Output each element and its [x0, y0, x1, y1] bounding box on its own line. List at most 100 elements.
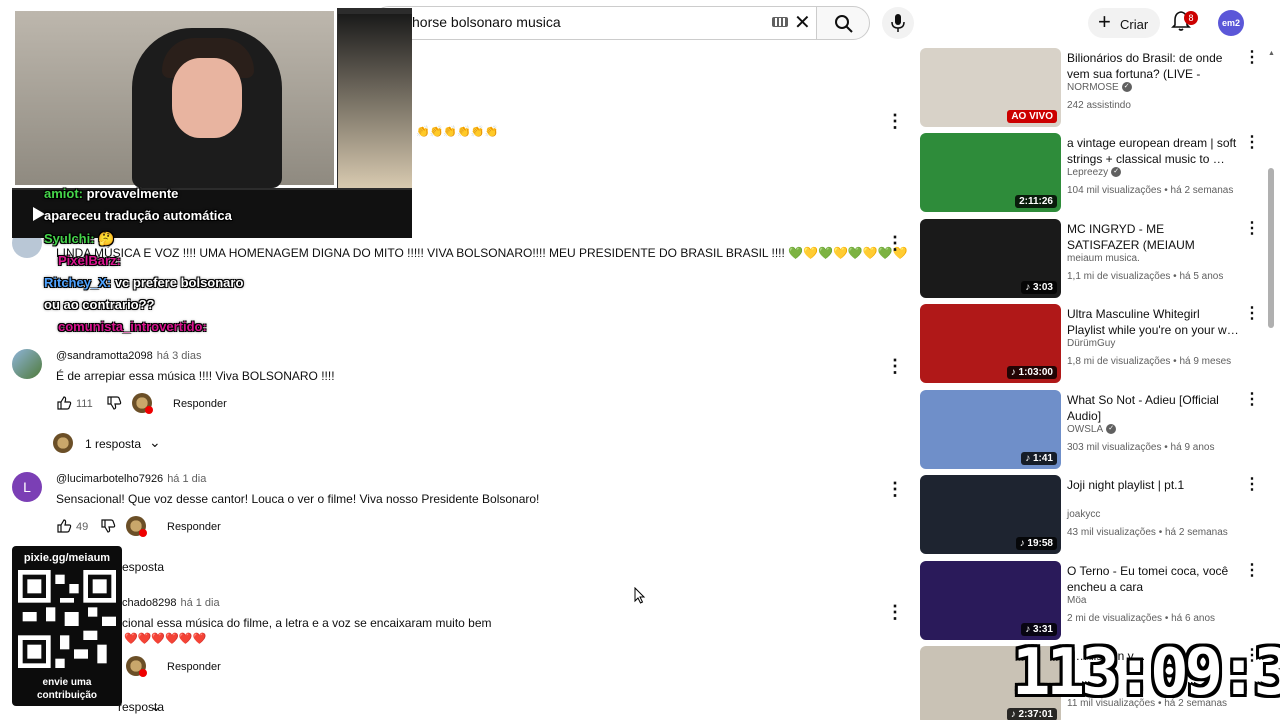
microphone-icon [891, 14, 905, 32]
live-badge: AO VIVO [1007, 110, 1057, 123]
video-menu-icon[interactable]: ⋮ [1244, 306, 1260, 322]
comment-text: cional essa música do filme, a letra e a… [122, 616, 492, 630]
comment-menu-icon[interactable]: ⋮ [886, 480, 904, 498]
video-item[interactable]: ♪ 19:58 Joji night playlist | pt.1 joaky… [920, 475, 1265, 555]
reply-button[interactable]: Responder [167, 661, 221, 673]
video-menu-icon[interactable]: ⋮ [1244, 135, 1260, 151]
account-avatar[interactable]: em2 [1218, 10, 1244, 36]
chat-message: amiot: provavelmente [44, 186, 179, 201]
chat-message: PixelBarz: [58, 253, 121, 268]
video-duration: ♪ 1:03:00 [1006, 366, 1057, 379]
scroll-up-arrow-icon[interactable]: ▲ [1268, 50, 1275, 57]
comment-text: LINDA MÚSICA E VOZ !!!! UMA HOMENAGEM DI… [56, 246, 908, 260]
video-thumbnail[interactable]: ♪ 1:41 [920, 390, 1061, 469]
video-meta: 2 mi de visualizações • há 6 anos [1067, 613, 1216, 624]
comment-author[interactable]: @sandramotta2098 há 3 dias [56, 350, 201, 362]
view-replies-button[interactable]: resposta ⌄ [118, 698, 198, 716]
video-thumbnail[interactable]: ♪ 1:03:00 [920, 304, 1061, 383]
heart-icon [139, 529, 147, 537]
comment-text: Sensacional! Que voz desse cantor! Louca… [56, 492, 540, 506]
keyboard-icon[interactable] [772, 17, 788, 27]
video-menu-icon[interactable]: ⋮ [1244, 221, 1260, 237]
notification-count-badge: 8 [1184, 11, 1198, 25]
video-thumbnail[interactable]: ♪ 3:31 [920, 561, 1061, 640]
view-replies-button[interactable]: resposta [118, 560, 198, 576]
video-item[interactable]: 2:11:26 a vintage european dream | soft … [920, 133, 1265, 213]
video-duration: ♪ 19:58 [1015, 537, 1057, 550]
comment-author[interactable]: chado8298 há 1 dia [122, 597, 220, 609]
scrollbar[interactable] [1268, 48, 1274, 720]
video-channel[interactable]: DürümGuy [1067, 338, 1115, 349]
verified-icon: ✓ [1106, 424, 1117, 435]
video-channel[interactable]: OWSLA ✓ [1067, 424, 1117, 435]
video-menu-icon[interactable]: ⋮ [1244, 477, 1260, 493]
comment-menu-icon[interactable]: ⋮ [886, 603, 904, 621]
like-count: 49 [76, 521, 89, 533]
chat-message: Ritchey_X: vc prefere bolsonaro [44, 275, 244, 290]
video-item[interactable]: AO VIVO Bilionários do Brasil: de onde v… [920, 48, 1265, 128]
scrollbar-thumb[interactable] [1268, 168, 1274, 328]
like-icon[interactable] [56, 518, 72, 534]
voice-search-button[interactable] [882, 7, 914, 39]
dislike-icon[interactable] [106, 395, 122, 411]
video-meta: 1,1 mi de visualizações • há 5 anos [1067, 271, 1224, 282]
video-title[interactable]: What So Not - Adieu [Official Audio] [1067, 392, 1239, 424]
video-channel[interactable]: Lepreezy ✓ [1067, 167, 1122, 178]
video-thumbnail[interactable]: 2:11:26 [920, 133, 1061, 212]
create-label: Criar [1120, 17, 1149, 32]
like-icon[interactable] [56, 395, 72, 411]
chat-message: apareceu tradução automática [44, 208, 232, 223]
video-meta: 242 assistindo [1067, 100, 1131, 111]
video-title[interactable]: O Terno - Eu tomei coca, você encheu a c… [1067, 563, 1239, 595]
qr-code-icon [18, 570, 116, 668]
video-channel[interactable]: joakycc [1067, 509, 1100, 520]
comment-avatar[interactable] [12, 349, 42, 379]
video-title[interactable]: Bilionários do Brasil: de onde vem sua f… [1067, 50, 1239, 82]
video-channel[interactable]: NORMOSE ✓ [1067, 82, 1132, 93]
comment-menu-icon[interactable]: ⋮ [886, 234, 904, 252]
donation-qr-panel: pixie.gg/meiaum envie uma contribuição [12, 546, 122, 706]
video-item[interactable]: ♪ 3:31 O Terno - Eu tomei coca, você enc… [920, 561, 1265, 641]
search-input[interactable]: horse bolsonaro musica [412, 14, 561, 30]
qr-caption: envie uma contribuição [36, 677, 97, 701]
dislike-icon[interactable] [100, 518, 116, 534]
create-button[interactable]: + Criar [1088, 8, 1160, 38]
view-replies-button[interactable]: 1 resposta ⌄ [53, 433, 183, 453]
reply-button[interactable]: Responder [167, 521, 221, 533]
video-channel[interactable]: Möa [1067, 595, 1086, 606]
plus-icon: + [1098, 9, 1111, 34]
video-channel[interactable]: meiaum musica. [1067, 253, 1140, 264]
mouse-cursor-icon [634, 587, 646, 604]
video-thumbnail[interactable]: ♪ 19:58 [920, 475, 1061, 554]
comment-author[interactable]: @lucimarbotelho7926 há 1 dia [56, 473, 206, 485]
verified-icon: ✓ [1121, 82, 1132, 93]
video-title[interactable]: a vintage european dream | soft strings … [1067, 135, 1239, 167]
video-item[interactable]: ♪ 1:41 What So Not - Adieu [Official Aud… [920, 390, 1265, 470]
video-item[interactable]: ♪ 1:03:00 Ultra Masculine Whitegirl Play… [920, 304, 1265, 384]
video-meta: 303 mil visualizações • há 9 anos [1067, 442, 1215, 453]
video-thumbnail[interactable]: AO VIVO [920, 48, 1061, 127]
reply-button[interactable]: Responder [173, 398, 227, 410]
video-title[interactable]: Joji night playlist | pt.1 [1067, 477, 1239, 493]
comment-emojis: 👏👏👏👏👏👏 [416, 126, 499, 138]
chat-message: comunista_introvertido: [58, 319, 207, 334]
comment-menu-icon[interactable]: ⋮ [886, 357, 904, 375]
comment-menu-icon[interactable]: ⋮ [886, 112, 904, 130]
video-title[interactable]: Ultra Masculine Whitegirl Playlist while… [1067, 306, 1239, 338]
comment-actions: Responder [126, 656, 246, 678]
video-item[interactable]: ♪ 3:03 MC INGRYD - ME SATISFAZER (MEIAUM… [920, 219, 1265, 299]
search-button[interactable] [816, 6, 870, 40]
video-duration: 2:11:26 [1015, 195, 1057, 208]
clear-search-icon[interactable]: ✕ [794, 12, 812, 34]
video-title[interactable]: MC INGRYD - ME SATISFAZER (MEIAUM REMIX) [1067, 221, 1239, 253]
comment-avatar[interactable]: L [12, 472, 42, 502]
chat-message: Syulchi: 🤔 [44, 231, 115, 246]
video-thumbnail[interactable]: ♪ 3:03 [920, 219, 1061, 298]
chevron-down-icon: ⌄ [149, 434, 161, 450]
chat-message: ou ao contrario?? [44, 297, 155, 312]
video-menu-icon[interactable]: ⋮ [1244, 50, 1260, 66]
video-menu-icon[interactable]: ⋮ [1244, 563, 1260, 579]
video-menu-icon[interactable]: ⋮ [1244, 392, 1260, 408]
reply-avatar [53, 433, 73, 453]
like-count: 111 [76, 398, 93, 410]
